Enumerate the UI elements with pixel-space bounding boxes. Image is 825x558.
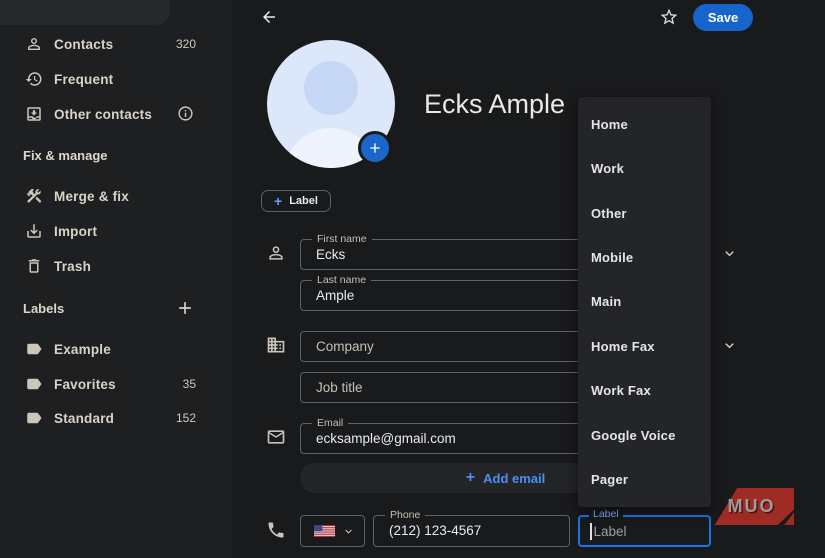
label-icon: [27, 343, 42, 355]
plus-icon: +: [465, 469, 476, 486]
person-icon: [28, 38, 40, 50]
company-placeholder: Company: [316, 339, 374, 354]
sidebar-item-label: Trash: [54, 258, 92, 274]
sidebar-item-count: 35: [182, 377, 196, 391]
sidebar-item-label: Favorites: [54, 376, 116, 392]
job-title-placeholder: Job title: [316, 380, 363, 395]
sidebar-item-label: Example: [54, 341, 111, 357]
sidebar-item-label: Import: [54, 223, 98, 239]
sidebar-item-import[interactable]: Import: [0, 214, 232, 248]
phone-label-field[interactable]: Label Label: [578, 509, 711, 547]
last-name-value: Ample: [316, 288, 355, 303]
add-label-button[interactable]: [175, 298, 195, 318]
country-code-selector[interactable]: [300, 515, 365, 547]
chevron-down-icon: [345, 529, 352, 534]
dropdown-item-work[interactable]: Work: [578, 146, 711, 190]
sidebar-item-contacts[interactable]: Contacts 320: [0, 27, 232, 61]
plus-icon: [370, 143, 380, 153]
dropdown-item-google-voice[interactable]: Google Voice: [578, 413, 711, 457]
email-icon: [267, 430, 285, 444]
sidebar: Contacts 320 Frequent Other contacts Fix…: [0, 0, 232, 558]
label-placeholder-text: Label: [593, 523, 627, 539]
dropdown-item-home[interactable]: Home: [578, 102, 711, 146]
person-icon: [269, 246, 283, 260]
sidebar-item-label: Standard: [54, 410, 115, 426]
sidebar-item-merge-fix[interactable]: Merge & fix: [0, 179, 232, 213]
add-label-chip[interactable]: + Label: [261, 190, 331, 212]
label-field-placeholder: Label: [590, 522, 627, 540]
text-cursor: [590, 522, 592, 540]
save-button[interactable]: Save: [693, 4, 753, 31]
phone-value: (212) 123-4567: [389, 523, 482, 538]
import-icon: [27, 224, 41, 238]
sidebar-item-count: 320: [175, 37, 196, 51]
first-name-value: Ecks: [316, 247, 346, 262]
sidebar-item-count: 152: [175, 411, 196, 425]
tools-icon: [26, 188, 42, 203]
sidebar-label-favorites[interactable]: Favorites 35: [0, 367, 232, 401]
dropdown-item-mobile[interactable]: Mobile: [578, 235, 711, 279]
label-icon: [27, 378, 42, 390]
labels-header: Labels: [23, 301, 65, 316]
add-email-label: Add email: [483, 470, 546, 486]
avatar-head: [304, 61, 358, 115]
contact-name: Ecks Ample: [424, 89, 566, 119]
sidebar-item-label: Contacts: [54, 36, 114, 52]
sidebar-item-frequent[interactable]: Frequent: [0, 62, 232, 96]
inbox-icon: [27, 107, 41, 121]
dropdown-item-other[interactable]: Other: [578, 191, 711, 235]
expand-company-chevron-down-icon[interactable]: [721, 337, 738, 354]
dropdown-item-work-fax[interactable]: Work Fax: [578, 369, 711, 413]
info-icon[interactable]: [177, 105, 194, 122]
sidebar-item-trash[interactable]: Trash: [0, 249, 232, 283]
label-chip-text: Label: [289, 195, 318, 207]
sidebar-label-example[interactable]: Example: [0, 332, 232, 366]
muo-logo-text: MUO: [727, 496, 776, 516]
email-value: ecksample@gmail.com: [316, 431, 456, 446]
search-bar-remnant: [0, 0, 170, 25]
back-icon[interactable]: [260, 8, 278, 26]
phone-label-dropdown: Home Work Other Mobile Main Home Fax Wor…: [578, 97, 711, 507]
phone-icon: [268, 522, 284, 538]
sidebar-item-label: Frequent: [54, 71, 114, 87]
sidebar-item-label: Other contacts: [54, 106, 153, 122]
muo-watermark: MUO: [713, 488, 794, 525]
sidebar-item-label: Merge & fix: [54, 188, 129, 204]
dropdown-item-main[interactable]: Main: [578, 280, 711, 324]
add-photo-button[interactable]: [358, 131, 392, 165]
history-icon: [25, 72, 42, 86]
trash-icon: [28, 259, 40, 273]
sidebar-label-standard[interactable]: Standard 152: [0, 401, 232, 435]
dropdown-item-pager[interactable]: Pager: [578, 458, 711, 502]
sidebar-item-other-contacts[interactable]: Other contacts: [0, 97, 232, 131]
phone-field[interactable]: Phone (212) 123-4567: [373, 510, 570, 547]
label-field-label: Label: [589, 509, 623, 520]
label-icon: [27, 412, 42, 424]
plus-icon: +: [274, 193, 283, 209]
dropdown-item-home-fax[interactable]: Home Fax: [578, 324, 711, 368]
star-icon[interactable]: [659, 7, 679, 27]
company-icon: [267, 337, 285, 353]
us-flag-icon: [314, 525, 335, 537]
expand-name-chevron-down-icon[interactable]: [721, 245, 738, 262]
fix-manage-header: Fix & manage: [23, 148, 108, 163]
